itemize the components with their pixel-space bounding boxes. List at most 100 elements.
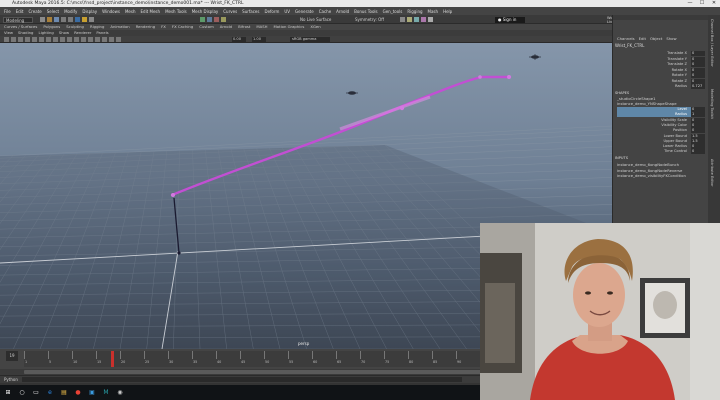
menu-item-create[interactable]: Create	[28, 9, 41, 14]
new-scene-icon[interactable]	[40, 17, 45, 22]
channel-box-tab-object[interactable]: Object	[650, 36, 662, 41]
input-node-name[interactable]: instance_demo_6ongNodeReverse	[617, 168, 682, 173]
task-view-icon[interactable]: ▭	[32, 389, 40, 397]
side-tab[interactable]: Attribute Editor	[710, 159, 714, 225]
attribute-value-field[interactable]: 0	[691, 56, 705, 62]
select-by-component-icon[interactable]	[89, 17, 94, 22]
shape-attribute-row[interactable]: Lower Bound 1.5	[617, 133, 705, 139]
attribute-value-field[interactable]: 0	[691, 67, 705, 73]
menu-item-generate[interactable]: Generate	[295, 9, 314, 14]
render-settings-icon[interactable]	[421, 17, 426, 22]
minimize-button[interactable]: —	[684, 0, 696, 7]
channel-attribute-row[interactable]: Translate Z 0	[617, 62, 705, 67]
menu-item-uv[interactable]: UV	[284, 9, 290, 14]
color-space-dropdown[interactable]: sRGB gamma	[290, 37, 330, 42]
menu-set-dropdown[interactable]: Modeling	[3, 16, 33, 23]
channel-attribute-row[interactable]: Radius 0.727	[617, 84, 705, 89]
menu-item-deform[interactable]: Deform	[264, 9, 279, 14]
playhead[interactable]	[111, 351, 115, 367]
shape-attribute-row[interactable]: Visibility Scale 0	[617, 117, 705, 123]
attribute-value-field[interactable]: 1.5	[691, 138, 705, 144]
command-line[interactable]: Python	[0, 375, 480, 383]
attribute-value-field[interactable]: 0	[691, 149, 705, 155]
attribute-value-field[interactable]: 0	[691, 122, 705, 128]
edge-icon[interactable]: e	[46, 389, 54, 397]
selected-object-name[interactable]: Wrist_FK_CTRL	[615, 43, 644, 48]
sign-in-button[interactable]: ● Sign in	[495, 16, 525, 23]
attribute-value-field[interactable]: 0	[691, 73, 705, 78]
side-tab[interactable]: Channel Box / Layer Editor	[710, 19, 714, 85]
wireframe-icon[interactable]	[60, 37, 65, 42]
curve-control-point[interactable]	[171, 193, 175, 197]
input-node-name[interactable]: instance_demo_visibilityFKCondition	[617, 173, 686, 178]
shape-attribute-row[interactable]: Lower Radius 0	[617, 144, 705, 150]
channel-attribute-row[interactable]: Rotate X 0	[617, 67, 705, 73]
curve-control-point[interactable]	[399, 105, 405, 111]
side-tab[interactable]: Modelling Toolkit	[710, 89, 714, 155]
attribute-value-field[interactable]: 1	[691, 112, 705, 118]
menu-item-surfaces[interactable]: Surfaces	[242, 9, 259, 14]
redo-icon[interactable]	[68, 17, 73, 22]
attribute-value-field[interactable]: 1.5	[691, 133, 705, 139]
menu-item-file[interactable]: File	[4, 9, 11, 14]
explorer-icon[interactable]: ▤	[60, 389, 68, 397]
range-handle[interactable]	[24, 370, 544, 374]
isolate-select-icon[interactable]	[109, 37, 114, 42]
menu-item-modify[interactable]: Modify	[64, 9, 77, 14]
camera-attributes-icon[interactable]	[11, 37, 16, 42]
shape-attribute-row[interactable]: Radius 1	[617, 112, 705, 118]
maximize-button[interactable]: ☐	[696, 0, 708, 7]
shape-attribute-row[interactable]: Level 0	[617, 107, 705, 112]
channel-attribute-row[interactable]: Translate Y 0	[617, 56, 705, 62]
resolution-gate-icon[interactable]	[46, 37, 51, 42]
menu-item-bonus-tools[interactable]: Bonus Tools	[354, 9, 377, 14]
menu-item-edit[interactable]: Edit	[16, 9, 24, 14]
menu-item-cache[interactable]: Cache	[319, 9, 331, 14]
undo-icon[interactable]	[61, 17, 66, 22]
attribute-value-field[interactable]: 0	[691, 62, 705, 67]
exposure-field[interactable]: 0.00	[232, 37, 246, 42]
live-surface-label[interactable]: No Live Surface	[300, 17, 331, 22]
close-button[interactable]: ✕	[708, 0, 720, 7]
store-icon[interactable]: ▣	[88, 389, 96, 397]
menu-item-mesh-tools[interactable]: Mesh Tools	[165, 9, 187, 14]
channel-attribute-row[interactable]: Rotate Z 0	[617, 78, 705, 84]
search-icon[interactable]: ○	[18, 389, 26, 397]
command-input[interactable]	[22, 377, 462, 382]
obs-icon[interactable]: ◉	[116, 389, 124, 397]
current-frame-field[interactable]: 19	[6, 351, 18, 361]
menu-item-display[interactable]: Display	[82, 9, 97, 14]
attribute-value-field[interactable]: 0	[691, 144, 705, 150]
gate-mask-icon[interactable]	[53, 37, 58, 42]
film-gate-icon[interactable]	[39, 37, 44, 42]
render-view-icon[interactable]	[400, 17, 405, 22]
shape-attribute-row[interactable]: Position 0	[617, 128, 705, 134]
channel-box-tab-channels[interactable]: Channels	[617, 36, 635, 41]
select-by-hierarchy-icon[interactable]	[75, 17, 80, 22]
xray-icon[interactable]	[116, 37, 121, 42]
input-node-name[interactable]: instance_demo_6ongNodeBunch	[617, 162, 679, 167]
symmetry-label[interactable]: Symmetry: Off	[355, 17, 384, 22]
gamma-field[interactable]: 1.00	[252, 37, 266, 42]
menu-item-gen-tools[interactable]: Gen_tools	[383, 9, 403, 14]
menu-item-mesh[interactable]: Mesh	[125, 9, 136, 14]
bookmarks-icon[interactable]	[18, 37, 23, 42]
snap-curve-icon[interactable]	[207, 17, 212, 22]
shape-node-name[interactable]: instance_demo_YNShapeShape	[617, 101, 677, 106]
menu-item-edit-mesh[interactable]: Edit Mesh	[141, 9, 161, 14]
ipr-render-icon[interactable]	[414, 17, 419, 22]
attribute-value-field[interactable]: 0	[691, 51, 705, 56]
menu-item-mesh-display[interactable]: Mesh Display	[192, 9, 219, 14]
windows-start-icon[interactable]: ⊞	[4, 389, 12, 397]
shape-attribute-row[interactable]: Visibility Color 0	[617, 122, 705, 128]
channel-box-tab-edit[interactable]: Edit	[639, 36, 646, 41]
snap-grid-icon[interactable]	[200, 17, 205, 22]
attribute-value-field[interactable]: 0.727	[691, 84, 705, 89]
channel-box-tab-show[interactable]: Show	[666, 36, 676, 41]
attribute-value-field[interactable]: 0	[691, 78, 705, 84]
open-scene-icon[interactable]	[47, 17, 52, 22]
menu-item-mash[interactable]: Mash	[428, 9, 439, 14]
channel-attribute-row[interactable]: Rotate Y 0	[617, 73, 705, 78]
select-camera-icon[interactable]	[4, 37, 9, 42]
menu-item-select[interactable]: Select	[47, 9, 59, 14]
